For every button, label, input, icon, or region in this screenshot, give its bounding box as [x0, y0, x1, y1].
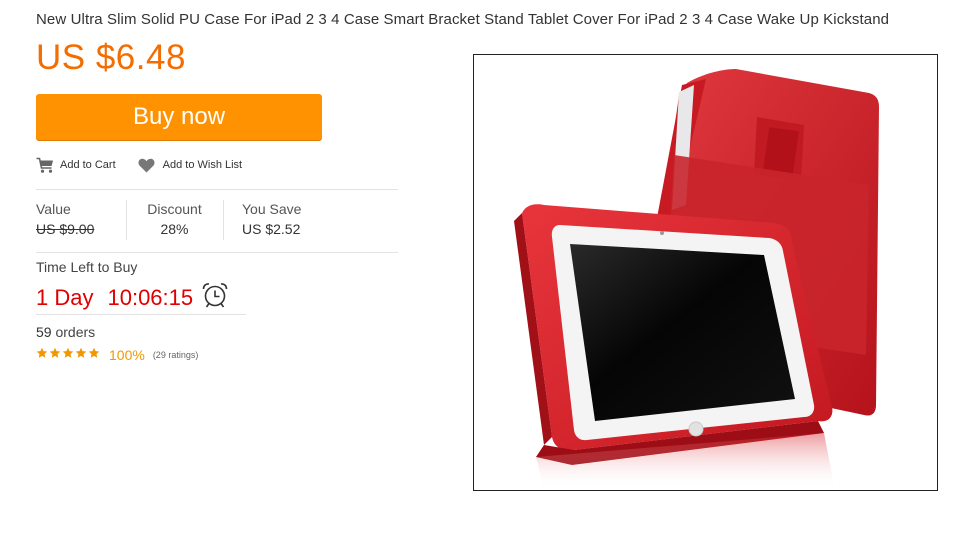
discount-label: Discount — [147, 201, 202, 217]
discount-value: 28% — [160, 221, 189, 237]
star-icon — [49, 346, 61, 364]
product-image[interactable] — [473, 54, 938, 491]
rating-summary: 100% (29 ratings) — [36, 346, 198, 364]
star-icon — [36, 346, 48, 364]
add-to-cart-label: Add to Cart — [60, 159, 116, 171]
countdown-time: 10:06:15 — [107, 285, 194, 310]
divider — [36, 314, 246, 315]
orders-count: 59 orders — [36, 324, 95, 340]
alarm-clock-icon — [201, 281, 229, 315]
cart-icon — [36, 157, 54, 174]
orders-label: orders — [55, 324, 96, 340]
value-label: Value — [36, 201, 71, 217]
you-save-label: You Save — [242, 201, 302, 217]
divider — [223, 200, 224, 240]
countdown-days: 1 Day — [36, 285, 94, 310]
divider — [36, 252, 398, 253]
divider — [36, 189, 398, 190]
original-price: US $9.00 — [36, 221, 95, 237]
heart-icon — [138, 158, 155, 173]
add-to-cart-link[interactable]: Add to Cart — [36, 157, 116, 174]
star-icon — [75, 346, 87, 364]
star-icon — [62, 346, 74, 364]
star-icon — [88, 346, 100, 364]
product-actions: Add to Cart Add to Wish List — [36, 155, 242, 175]
orders-number: 59 — [36, 324, 52, 340]
product-title: New Ultra Slim Solid PU Case For iPad 2 … — [36, 11, 890, 28]
star-rating — [36, 346, 101, 364]
rating-percent: 100% — [109, 347, 145, 363]
add-to-wishlist-label: Add to Wish List — [162, 159, 243, 171]
you-save-value: US $2.52 — [242, 221, 301, 237]
product-price: US $6.48 — [36, 38, 186, 77]
add-to-wishlist-link[interactable]: Add to Wish List — [138, 158, 242, 173]
value-block: Value US $9.00 — [36, 201, 94, 237]
discount-block: Discount 28% — [126, 201, 223, 237]
countdown-timer: 1 Day 10:06:15 — [36, 281, 229, 315]
time-left-label: Time Left to Buy — [36, 259, 138, 275]
savings-block: You Save US $2.52 — [242, 201, 301, 237]
rating-count: (29 ratings) — [152, 350, 199, 360]
buy-now-button[interactable]: Buy now — [36, 94, 322, 140]
